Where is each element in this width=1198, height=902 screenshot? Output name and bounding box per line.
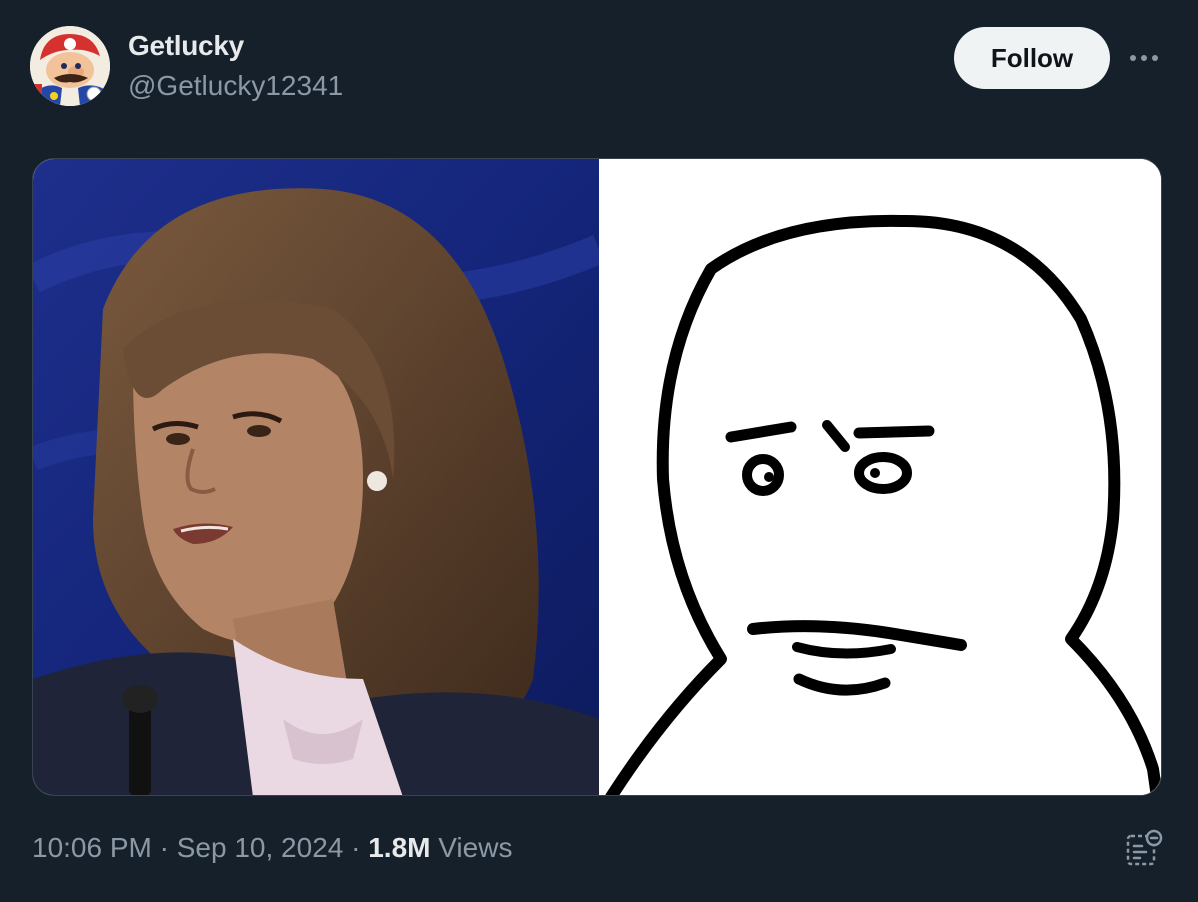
tweet-media[interactable]: [32, 158, 1162, 796]
author-display-name[interactable]: Getlucky: [128, 30, 244, 62]
follow-button[interactable]: Follow: [954, 27, 1110, 89]
author-handle[interactable]: @Getlucky12341: [128, 70, 343, 102]
ellipsis-icon: [1130, 55, 1158, 61]
meme-face-image: [601, 159, 1161, 795]
views-count: 1.8M: [368, 832, 431, 863]
analytics-button[interactable]: [1124, 828, 1164, 868]
tweet-time[interactable]: 10:06 PM: [32, 832, 152, 863]
photo-image: [33, 159, 605, 795]
drawn-meme-face[interactable]: [601, 159, 1161, 795]
more-options-button[interactable]: [1126, 40, 1162, 76]
tweet: Getlucky @Getlucky12341 Follow 10:06 PM …: [0, 0, 1198, 902]
views-label: Views: [438, 832, 513, 863]
tweet-date[interactable]: Sep 10, 2024: [177, 832, 344, 863]
photo-woman-speaking[interactable]: [33, 159, 605, 795]
meta-separator: ·: [159, 832, 169, 863]
author-avatar[interactable]: [30, 26, 110, 106]
mario-avatar-icon: [30, 26, 110, 106]
tweet-meta: 10:06 PM · Sep 10, 2024 · 1.8M Views: [32, 832, 512, 864]
meta-separator: ·: [351, 832, 361, 863]
analytics-icon: [1126, 829, 1163, 866]
